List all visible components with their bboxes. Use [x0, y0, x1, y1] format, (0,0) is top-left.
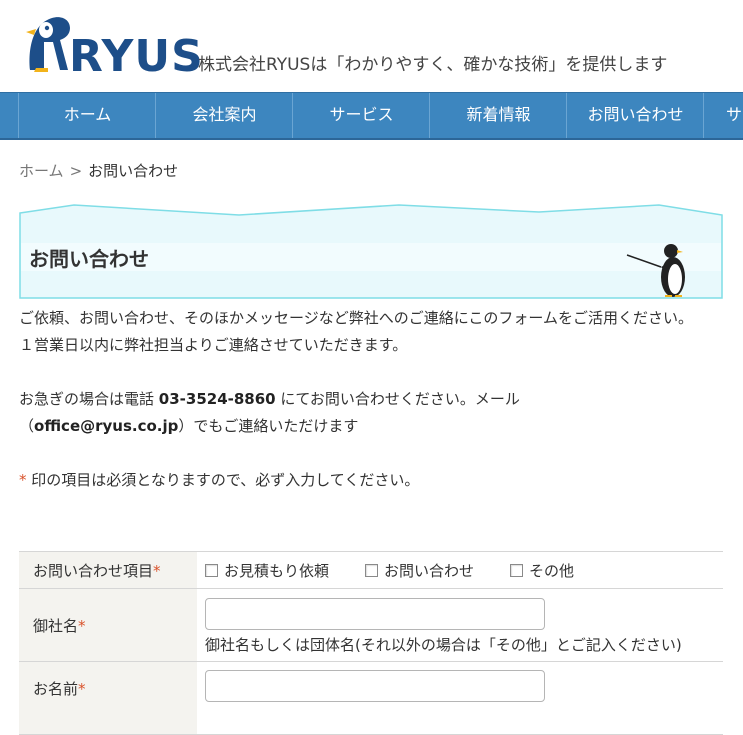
penguin-pointer-icon [626, 244, 685, 297]
contact-form: お問い合わせ項目* お見積もり依頼 お問い合わせ その他 御社名* 御社名もしく… [19, 551, 723, 735]
required-note-text: 印の項目は必須となりますので、必ず入力してください。 [26, 471, 420, 489]
page-title-banner: お問い合わせ [19, 201, 723, 299]
intro-line-2: １営業日以内に弊社担当よりご連絡させていただきます。 [19, 336, 408, 354]
breadcrumb-current: お問い合わせ [88, 162, 179, 180]
main-nav: ホーム 会社案内 サービス 新着情報 お問い合わせ サ [0, 92, 743, 140]
logo-text: RYUS [69, 31, 204, 82]
urgent-contact-line: お急ぎの場合は電話 03-3524-8860 にてお問い合わせください。メール [19, 386, 725, 413]
nav-item-home[interactable]: ホーム [18, 93, 156, 138]
checkbox-quote-request[interactable]: お見積もり依頼 [205, 560, 329, 581]
checkbox-box[interactable] [205, 563, 218, 577]
nav-item-company[interactable]: 会社案内 [155, 93, 293, 138]
breadcrumb-separator: > [69, 162, 83, 180]
company-hint: 御社名もしくは団体名(それ以外の場合は「その他」とご記入ください) [205, 635, 682, 654]
intro-line-1: ご依頼、お問い合わせ、そのほかメッセージなど弊社へのご連絡にこのフォームをご活用… [19, 309, 693, 327]
breadcrumb: ホーム > お問い合わせ [19, 160, 178, 181]
checkbox-inquiry[interactable]: お問い合わせ [365, 560, 474, 581]
form-row-company: 御社名* 御社名もしくは団体名(それ以外の場合は「その他」とご記入ください) [19, 588, 723, 662]
required-note: * 印の項目は必須となりますので、必ず入力してください。 [19, 467, 725, 494]
ryus-logo[interactable]: RYUS [22, 10, 203, 82]
nav-item-contact[interactable]: お問い合わせ [566, 93, 704, 138]
urgent-mid: にてお問い合わせください。メール [275, 390, 520, 408]
company-name-input[interactable] [205, 597, 545, 630]
name-input[interactable] [205, 670, 545, 702]
site-header: RYUS 株式会社RYUSは「わかりやすく、確かな技術」を提供します [0, 0, 743, 92]
checkbox-box[interactable] [510, 563, 524, 577]
email-close: ）でもご連絡いただけます [178, 417, 359, 435]
inquiry-type-label: お問い合わせ項目* [19, 551, 197, 589]
site-tagline: 株式会社RYUSは「わかりやすく、確かな技術」を提供します [198, 55, 668, 75]
breadcrumb-home-link[interactable]: ホーム [19, 162, 64, 180]
nav-item-news[interactable]: 新着情報 [429, 93, 567, 138]
email-open: （ [19, 417, 35, 435]
form-row-name: お名前* [19, 661, 723, 735]
form-row-inquiry-type: お問い合わせ項目* お見積もり依頼 お問い合わせ その他 [19, 551, 723, 589]
nav-item-truncated[interactable]: サ [703, 93, 743, 138]
nav-item-services[interactable]: サービス [292, 93, 430, 138]
checkbox-box[interactable] [365, 563, 379, 577]
page-title: お問い合わせ [29, 247, 149, 271]
intro-text: ご依頼、お問い合わせ、そのほかメッセージなど弊社へのご連絡にこのフォームをご活用… [19, 305, 725, 494]
email-line: （office@ryus.co.jp）でもご連絡いただけます [19, 413, 725, 440]
urgent-prefix: お急ぎの場合は電話 [19, 390, 159, 408]
email-address: office@ryus.co.jp [34, 417, 179, 435]
checkbox-other[interactable]: その他 [510, 560, 574, 581]
phone-number: 03-3524-8860 [158, 390, 276, 408]
required-mark: * [19, 471, 27, 489]
name-label: お名前* [19, 661, 197, 735]
company-label: 御社名* [19, 588, 197, 662]
